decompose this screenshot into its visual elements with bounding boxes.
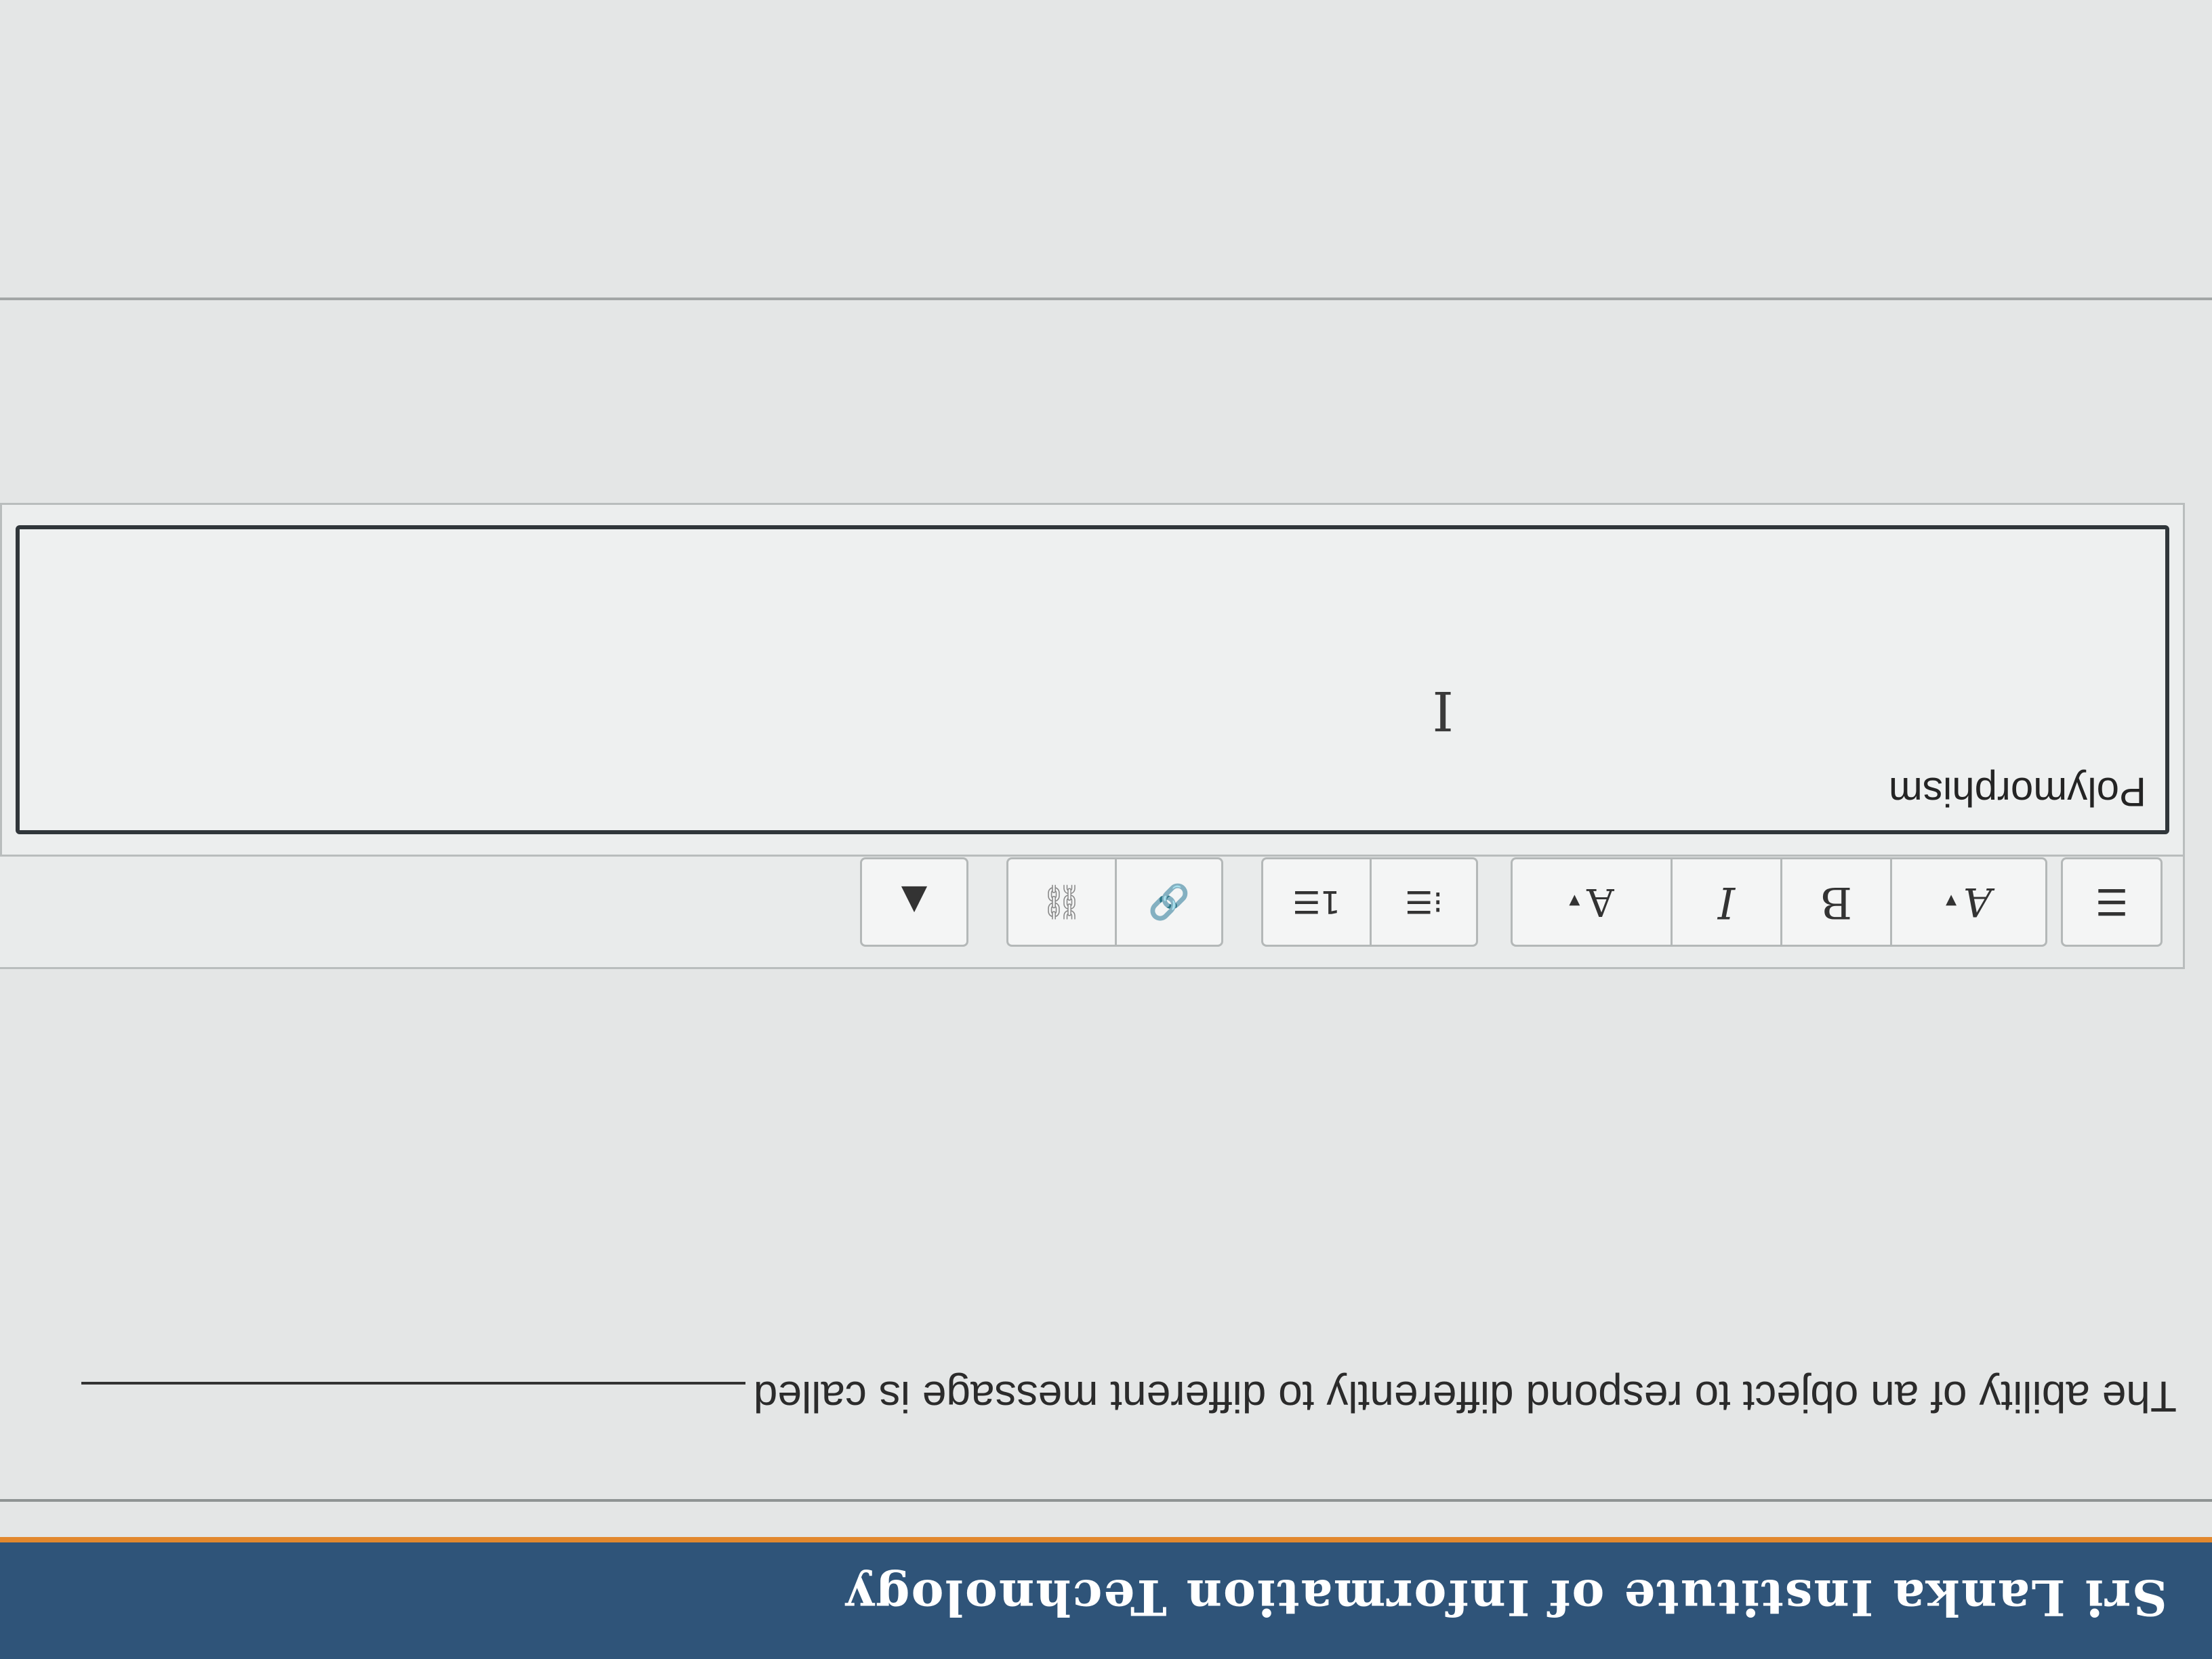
divider (0, 298, 2212, 300)
site-header: Sri Lanka Institute of Information Techn… (0, 1537, 2212, 1659)
bold-button[interactable]: B (1780, 857, 1890, 947)
moodle-quiz-page: Sri Lanka Institute of Information Techn… (0, 0, 2212, 1659)
toolbar-group-style: A ▾ B I A ▾ (1511, 857, 2047, 947)
toolbar-group-links: 🔗 ⛓ (1006, 857, 1223, 947)
unlink-button[interactable]: ⛓ (1006, 857, 1115, 947)
bold-icon: B (1820, 877, 1853, 927)
paragraph-styles-button[interactable]: A ▾ (1890, 857, 2047, 947)
show-more-buttons[interactable]: ☰ (2061, 857, 2163, 947)
font-color-button[interactable]: A ▾ (1511, 857, 1671, 947)
toolbar-group-toggle: ☰ (2061, 857, 2163, 947)
italic-icon: I (1717, 877, 1736, 927)
answer-blank-line (81, 1382, 745, 1386)
editor-toolbar: ☰ A ▾ B I A ▾ ⁝☰ 1☰ 🔗 ⛓ ▲ (0, 855, 2185, 969)
answer-editor: ☰ A ▾ B I A ▾ ⁝☰ 1☰ 🔗 ⛓ ▲ Polymorphism I (0, 166, 2185, 969)
insert-image-button[interactable]: ▲ (860, 857, 968, 947)
chevron-down-icon: ▾ (1569, 889, 1580, 915)
italic-button[interactable]: I (1671, 857, 1780, 947)
divider (0, 1499, 2212, 1502)
text-cursor-icon: I (1432, 679, 1454, 742)
image-icon: ▲ (901, 882, 928, 922)
ordered-list-button[interactable]: 1☰ (1261, 857, 1370, 947)
paragraph-styles-icon: A (1963, 879, 1992, 925)
editor-area: Polymorphism I (0, 503, 2185, 857)
font-color-icon: A (1586, 880, 1614, 924)
answer-text: Polymorphism (1888, 769, 2146, 815)
question-text: The ability of an object to respond diff… (81, 1372, 2177, 1422)
site-title: Sri Lanka Institute of Information Techn… (844, 1569, 2167, 1626)
question-prompt: The ability of an object to respond diff… (753, 1372, 2177, 1421)
toolbar-group-lists: ⁝☰ 1☰ (1261, 857, 1478, 947)
link-icon: 🔗 (1147, 882, 1191, 922)
answer-textarea[interactable]: Polymorphism I (16, 525, 2169, 834)
bullet-list-icon: ⁝☰ (1405, 884, 1443, 920)
toolbar-group-media: ▲ (860, 857, 968, 947)
link-button[interactable]: 🔗 (1115, 857, 1223, 947)
unordered-list-button[interactable]: ⁝☰ (1370, 857, 1478, 947)
unlink-icon: ⛓ (1040, 882, 1084, 922)
chevron-down-icon: ▾ (1946, 889, 1957, 915)
toolbar-toggle-icon: ☰ (2095, 880, 2129, 924)
numbered-list-icon: 1☰ (1292, 884, 1340, 920)
